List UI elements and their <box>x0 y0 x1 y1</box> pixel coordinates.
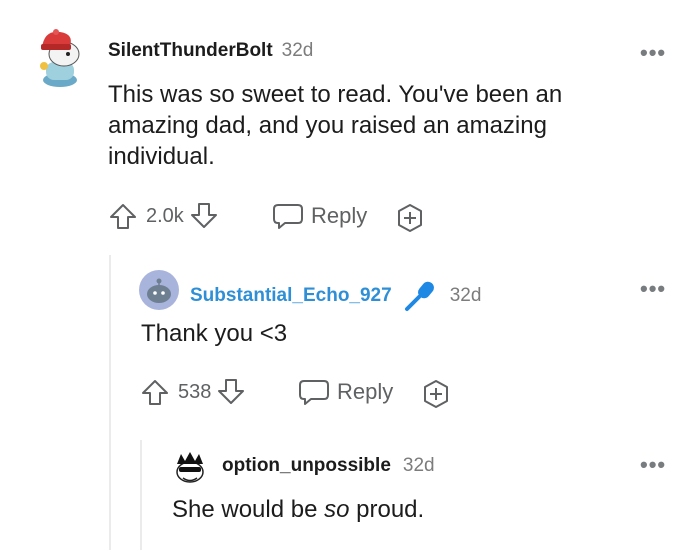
upvote-icon[interactable] <box>108 201 138 231</box>
more-options-button[interactable]: ••• <box>640 452 666 478</box>
award-button[interactable] <box>394 202 426 234</box>
comment-body-text: proud. <box>349 496 425 523</box>
comment-avatar[interactable] <box>171 448 209 486</box>
reply-label: Reply <box>311 203 368 228</box>
snoo-red-beanie-avatar-icon <box>40 29 80 87</box>
more-options-button[interactable]: ••• <box>640 276 666 302</box>
comment-body-emphasis: so <box>324 496 350 523</box>
comment-body: This was so sweet to read. You've been a… <box>108 79 668 172</box>
microphone-icon <box>402 279 436 313</box>
downvote-icon[interactable] <box>216 377 246 407</box>
comment-body-line: amazing dad, and you raised an amazing <box>108 112 547 139</box>
vote-controls: 538 <box>140 376 246 408</box>
vote-count: 2.0k <box>146 204 184 227</box>
award-plus-icon <box>398 204 422 232</box>
thread-line-level-2[interactable] <box>140 440 142 550</box>
award-plus-icon <box>424 380 448 408</box>
default-snoo-avatar-icon <box>139 270 179 310</box>
comment-timestamp: 32d <box>281 40 314 61</box>
upvote-icon[interactable] <box>140 377 170 407</box>
more-options-button[interactable]: ••• <box>640 40 666 66</box>
comment-body-text: She would be <box>172 496 325 523</box>
comment-body: She would be so proud. <box>172 494 424 525</box>
comment-bubble-icon <box>271 201 305 231</box>
snoo-sunglasses-avatar-icon <box>176 452 204 483</box>
reply-label: Reply <box>337 379 394 404</box>
comment-timestamp: 32d <box>449 285 482 306</box>
comment-author[interactable]: SilentThunderBolt <box>108 40 273 62</box>
comment-timestamp: 32d <box>402 455 435 476</box>
downvote-icon[interactable] <box>189 201 219 231</box>
comment-avatar[interactable] <box>36 26 84 88</box>
reply-button[interactable]: Reply <box>271 200 367 232</box>
comment-body-line: individual. <box>108 143 215 170</box>
vote-controls: 2.0k <box>108 200 219 232</box>
vote-count: 538 <box>178 380 212 403</box>
reply-button[interactable]: Reply <box>297 376 393 408</box>
comment-avatar[interactable] <box>139 270 179 310</box>
comment-bubble-icon <box>297 377 331 407</box>
comment-body: Thank you <3 <box>141 320 288 347</box>
comment-author[interactable]: Substantial_Echo_927 <box>190 285 392 307</box>
comment-body-line: This was so sweet to read. You've been a… <box>108 81 563 108</box>
thread-line-level-1[interactable] <box>109 255 111 550</box>
award-button[interactable] <box>420 378 452 410</box>
comment-author[interactable]: option_unpossible <box>222 455 391 477</box>
